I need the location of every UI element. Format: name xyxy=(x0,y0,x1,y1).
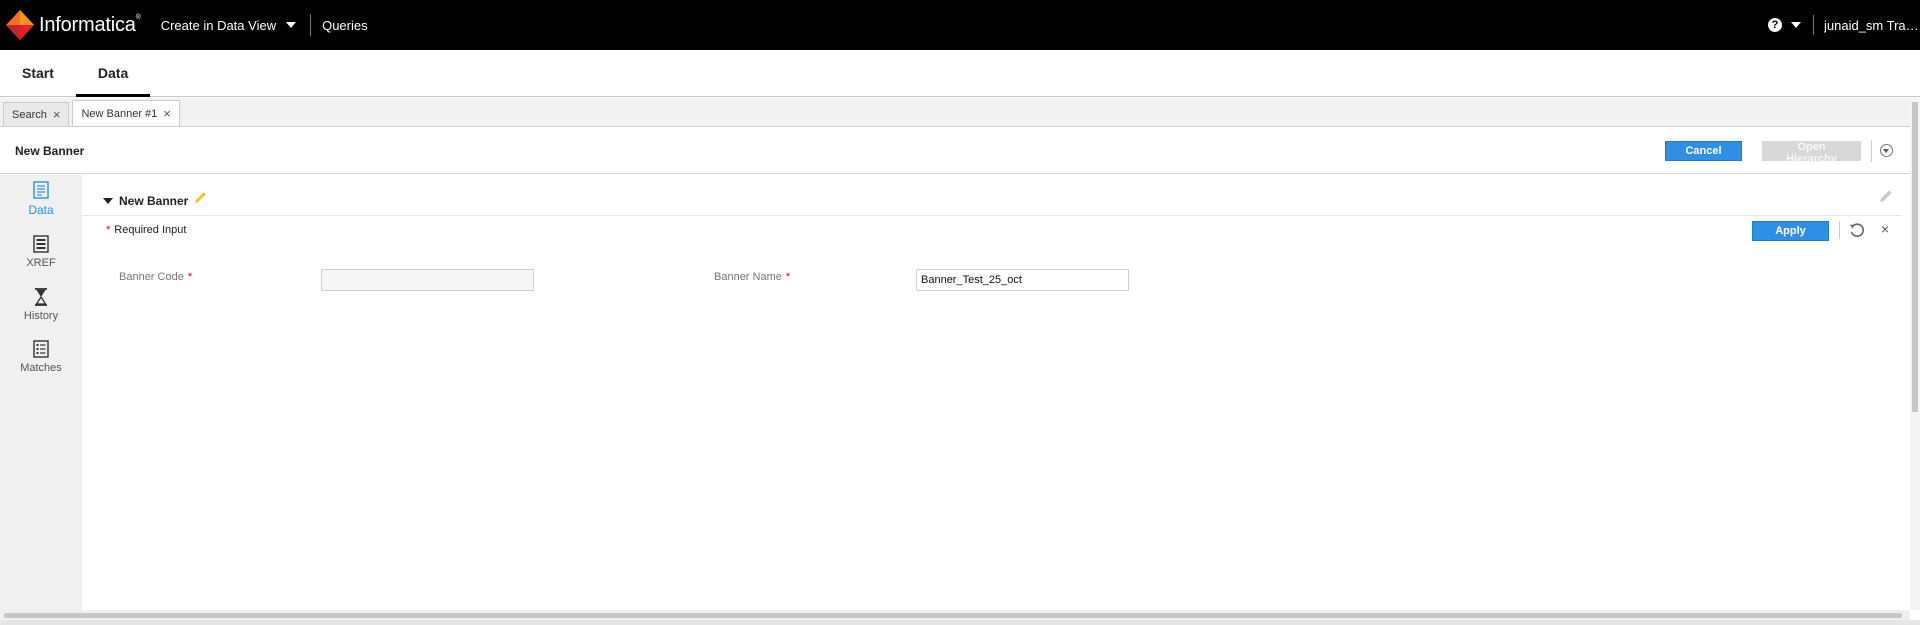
sidebar-item-label: Matches xyxy=(20,362,62,374)
close-icon[interactable]: × xyxy=(53,108,61,121)
help-chevron-down-icon[interactable] xyxy=(1791,22,1801,28)
create-in-data-view-label: Create in Data View xyxy=(160,17,277,33)
tab-start[interactable]: Start xyxy=(0,50,76,96)
required-star: * xyxy=(785,271,791,283)
horizontal-scrollbar[interactable] xyxy=(0,610,1910,620)
horizontal-scrollbar-thumb[interactable] xyxy=(4,613,1902,618)
brand-name: Informatica® xyxy=(39,13,141,36)
top-bar: Informatica® Create in Data View Queries… xyxy=(0,0,1920,50)
tab-data[interactable]: Data xyxy=(75,50,151,97)
main-tabs: Start Data xyxy=(0,50,1920,97)
edit-pencil-icon[interactable] xyxy=(1878,188,1894,204)
sidebar-item-label: XREF xyxy=(26,257,56,269)
document-icon xyxy=(33,181,49,199)
registered-mark: ® xyxy=(135,13,141,21)
help-icon[interactable]: ? xyxy=(1768,18,1782,32)
banner-name-input[interactable] xyxy=(916,269,1129,291)
page-title: New Banner xyxy=(15,143,85,158)
hourglass-icon xyxy=(35,288,47,306)
workspace-tab-new-banner[interactable]: New Banner #1 × xyxy=(72,100,180,126)
section-header: New Banner xyxy=(82,186,1902,216)
sidebar-item-label: History xyxy=(23,310,59,322)
chevron-down-icon xyxy=(286,22,297,28)
workspace-tab-search[interactable]: Search × xyxy=(3,102,70,126)
user-divider xyxy=(1813,15,1814,35)
open-hierarchy-button[interactable]: Open Hierarchy xyxy=(1762,141,1861,165)
sidebar-item-history[interactable]: History xyxy=(0,288,82,322)
required-star: * xyxy=(106,224,111,236)
informatica-logo[interactable]: Informatica® xyxy=(6,10,141,40)
cancel-button[interactable]: Cancel xyxy=(1665,141,1742,161)
informatica-logo-icon xyxy=(6,10,34,40)
apply-divider xyxy=(1839,221,1840,239)
sidebar-item-data[interactable]: Data xyxy=(0,181,82,217)
vertical-scrollbar[interactable] xyxy=(1910,98,1920,610)
top-right-area: ? junaid_sm Trad... xyxy=(1768,0,1920,50)
pencil-icon[interactable] xyxy=(194,192,206,204)
banner-code-input[interactable] xyxy=(321,269,534,291)
record-header: New Banner Cancel Open Hierarchy xyxy=(0,128,1910,174)
bottom-strip xyxy=(0,620,1920,625)
header-divider xyxy=(1871,140,1872,162)
nav-divider xyxy=(310,14,312,36)
collapse-triangle-icon[interactable] xyxy=(103,197,113,204)
banner-name-label: Banner Name * xyxy=(714,271,791,283)
required-row: * Required Input Apply × xyxy=(82,217,1902,243)
sidebar-item-xref[interactable]: XREF xyxy=(0,235,82,269)
apply-button[interactable]: Apply xyxy=(1752,221,1829,241)
required-star: * xyxy=(187,271,193,283)
close-icon[interactable]: × xyxy=(1881,220,1889,238)
side-panel: Data XREF History Matches xyxy=(0,175,82,610)
section-title: New Banner xyxy=(119,193,189,208)
circle-chevron-down-icon[interactable] xyxy=(1880,144,1893,157)
workspace-tabs: Search × New Banner #1 × xyxy=(0,98,1910,127)
vertical-scrollbar-thumb[interactable] xyxy=(1912,102,1918,412)
required-input-note: Required Input xyxy=(114,224,187,236)
sidebar-item-matches[interactable]: Matches xyxy=(0,340,82,374)
top-nav: Create in Data View Queries xyxy=(161,14,368,36)
close-icon[interactable]: × xyxy=(163,107,171,120)
xref-icon xyxy=(33,235,49,253)
create-in-data-view-menu[interactable]: Create in Data View xyxy=(160,17,297,33)
user-menu[interactable]: junaid_sm Trad... xyxy=(1824,18,1920,33)
queries-link[interactable]: Queries xyxy=(322,18,368,33)
workspace-tab-label: New Banner #1 xyxy=(81,107,158,120)
sidebar-item-label: Data xyxy=(28,203,54,217)
banner-code-label: Banner Code * xyxy=(119,271,193,283)
workspace-tab-label: Search xyxy=(12,108,47,121)
reset-icon[interactable] xyxy=(1848,221,1866,239)
matches-icon xyxy=(33,340,49,358)
